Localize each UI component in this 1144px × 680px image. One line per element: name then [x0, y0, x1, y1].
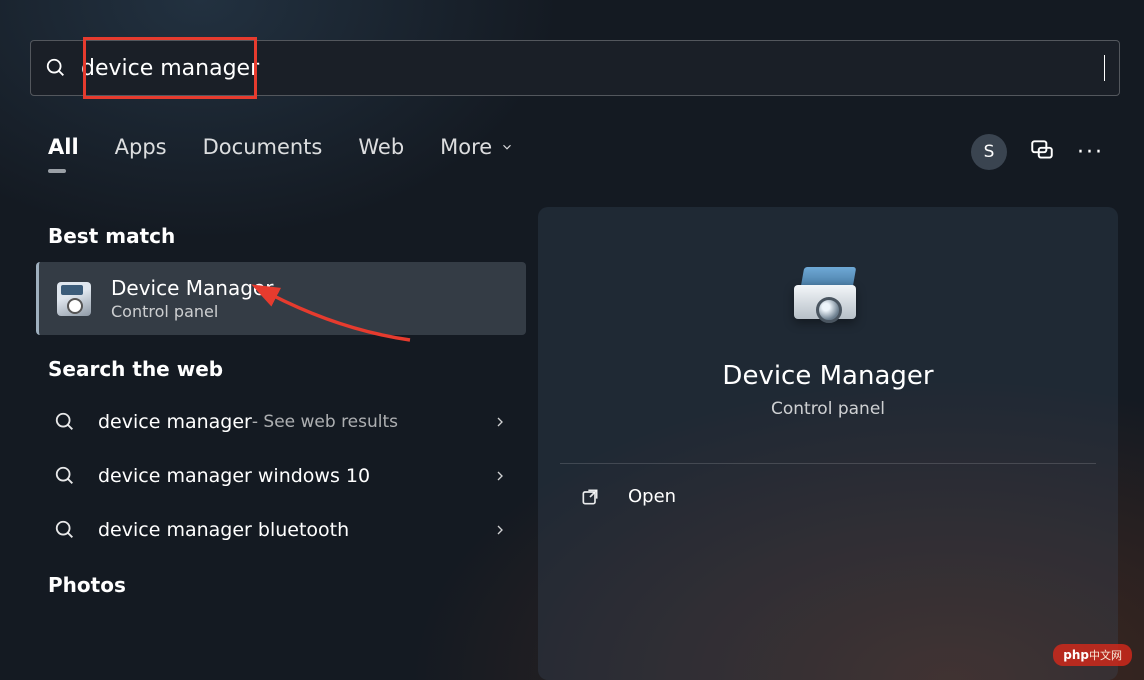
tab-documents[interactable]: Documents: [203, 135, 323, 169]
open-action[interactable]: Open: [538, 464, 1118, 529]
chevron-right-icon: [492, 522, 508, 538]
watermark: php中文网: [1053, 644, 1132, 666]
web-result-item[interactable]: device manager - See web results: [36, 395, 526, 449]
device-manager-icon: [57, 282, 91, 316]
open-icon: [580, 487, 600, 507]
search-icon: [54, 411, 76, 433]
web-result-label: device manager bluetooth: [98, 519, 349, 541]
device-manager-large-icon: [786, 267, 870, 333]
tab-apps[interactable]: Apps: [115, 135, 167, 169]
chevron-right-icon: [492, 414, 508, 430]
search-web-heading: Search the web: [48, 357, 526, 381]
chevron-down-icon: [500, 135, 514, 159]
search-icon: [54, 465, 76, 487]
search-bar[interactable]: [30, 40, 1120, 96]
detail-panel: Device Manager Control panel Open: [538, 207, 1118, 680]
best-match-subtitle: Control panel: [111, 302, 273, 321]
web-result-label: device manager windows 10: [98, 465, 370, 487]
photos-heading: Photos: [48, 573, 526, 597]
search-icon: [54, 519, 76, 541]
web-result-label: device manager: [98, 411, 252, 433]
web-result-hint: - See web results: [252, 412, 398, 432]
detail-subtitle: Control panel: [771, 399, 885, 419]
tab-web[interactable]: Web: [358, 135, 404, 169]
more-options-button[interactable]: ···: [1077, 140, 1104, 165]
best-match-title: Device Manager: [111, 276, 273, 300]
best-match-heading: Best match: [48, 224, 526, 248]
user-avatar[interactable]: S: [971, 134, 1007, 170]
detail-title: Device Manager: [722, 361, 933, 391]
tab-all[interactable]: All: [48, 135, 79, 169]
open-label: Open: [628, 486, 676, 507]
chat-icon[interactable]: [1029, 137, 1055, 167]
search-input[interactable]: [81, 56, 1106, 81]
search-filter-tabs: All Apps Documents Web More S ···: [48, 134, 1104, 170]
web-result-item[interactable]: device manager bluetooth: [36, 503, 526, 557]
tab-more[interactable]: More: [440, 135, 514, 169]
header-actions: S ···: [971, 134, 1104, 170]
web-result-item[interactable]: device manager windows 10: [36, 449, 526, 503]
text-caret: [1104, 55, 1105, 81]
best-match-result[interactable]: Device Manager Control panel: [36, 262, 526, 335]
chevron-right-icon: [492, 468, 508, 484]
search-icon: [45, 57, 67, 79]
